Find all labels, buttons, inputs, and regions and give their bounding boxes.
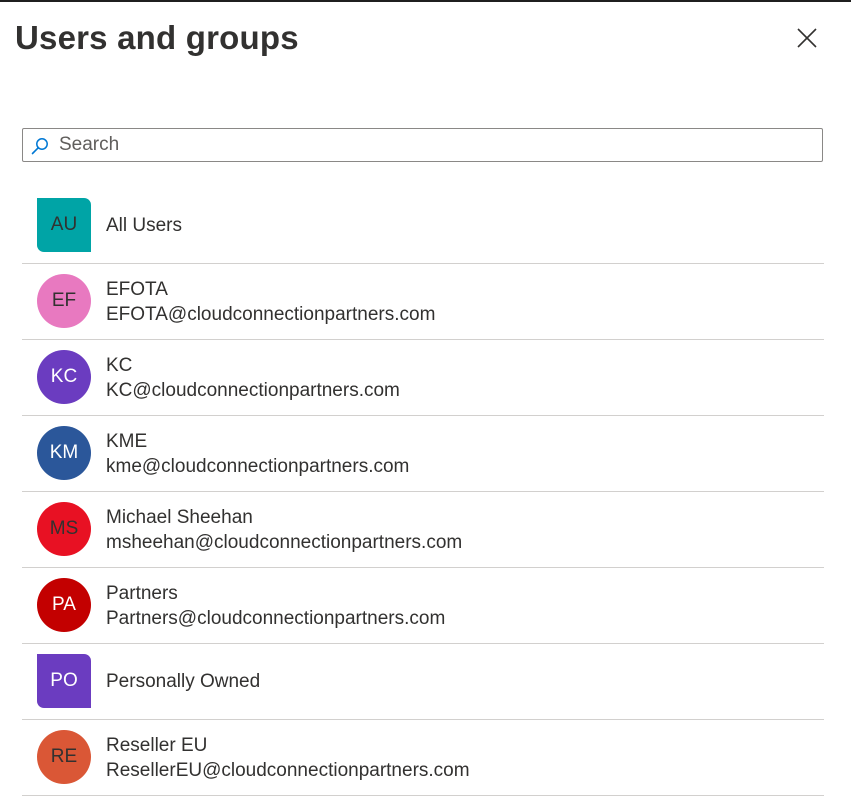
- close-button[interactable]: [789, 20, 825, 56]
- avatar: AU: [37, 198, 91, 252]
- item-email: KC@cloudconnectionpartners.com: [106, 379, 400, 401]
- list-item[interactable]: RE Reseller EU ResellerEU@cloudconnectionp…: [22, 720, 824, 796]
- page-title: Users and groups: [15, 19, 299, 56]
- list-item[interactable]: KM KME kme@cloudconnectionpartners.com: [22, 416, 824, 492]
- item-text: All Users: [106, 188, 182, 263]
- avatar: KC: [37, 350, 91, 404]
- avatar: PO: [37, 654, 91, 708]
- avatar: EF: [37, 274, 91, 328]
- item-text: Partners Partners@cloudconnectionpartners…: [106, 568, 445, 643]
- item-email: EFOTA@cloudconnectionpartners.com: [106, 303, 436, 325]
- item-text: Personally Owned: [106, 644, 260, 719]
- list-item[interactable]: PO Personally Owned: [22, 644, 824, 720]
- close-icon: [797, 28, 817, 48]
- item-email: ResellerEU@cloudconnectionpartners.com: [106, 759, 470, 781]
- list-item[interactable]: EF EFOTA EFOTA@cloudconnectionpartners.com: [22, 264, 824, 340]
- item-email: msheehan@cloudconnectionpartners.com: [106, 531, 463, 553]
- search-input[interactable]: [59, 129, 809, 161]
- list-item[interactable]: PA Partners Partners@cloudconnectionpartne…: [22, 568, 824, 644]
- item-email: kme@cloudconnectionpartners.com: [106, 455, 410, 477]
- list-item[interactable]: KC KC KC@cloudconnectionpartners.com: [22, 340, 824, 416]
- user-list: AU All Users EF EFOTA EFOTA@cloudconnectionp…: [22, 188, 824, 796]
- item-name: EFOTA: [106, 278, 168, 300]
- item-text: Reseller EU ResellerEU@cloudconnectionpar…: [106, 720, 470, 795]
- list-item[interactable]: AU All Users: [22, 188, 824, 264]
- item-text: EFOTA EFOTA@cloudconnectionpartners.com: [106, 264, 435, 339]
- list-item[interactable]: MS Michael Sheehan msheehan@cloudconnectio…: [22, 492, 824, 568]
- item-text: KME kme@cloudconnectionpartners.com: [106, 416, 409, 491]
- item-email: Partners@cloudconnectionpartners.com: [106, 607, 446, 629]
- avatar: MS: [37, 502, 91, 556]
- search-box[interactable]: [22, 128, 823, 162]
- item-name: Partners: [106, 582, 178, 604]
- item-name: Personally Owned: [106, 671, 261, 692]
- avatar: RE: [37, 730, 91, 784]
- avatar: KM: [37, 426, 91, 480]
- avatar: PA: [37, 578, 91, 632]
- item-name: Michael Sheehan: [106, 506, 253, 528]
- item-name: KME: [106, 430, 148, 452]
- item-text: Michael Sheehan msheehan@cloudconnectionp…: [106, 492, 462, 567]
- item-name: Reseller EU: [106, 734, 208, 756]
- search-icon: [31, 138, 48, 155]
- item-name: KC: [106, 354, 133, 376]
- item-text: KC KC@cloudconnectionpartners.com: [106, 340, 400, 415]
- top-border: [0, 0, 851, 2]
- item-name: All Users: [106, 215, 183, 236]
